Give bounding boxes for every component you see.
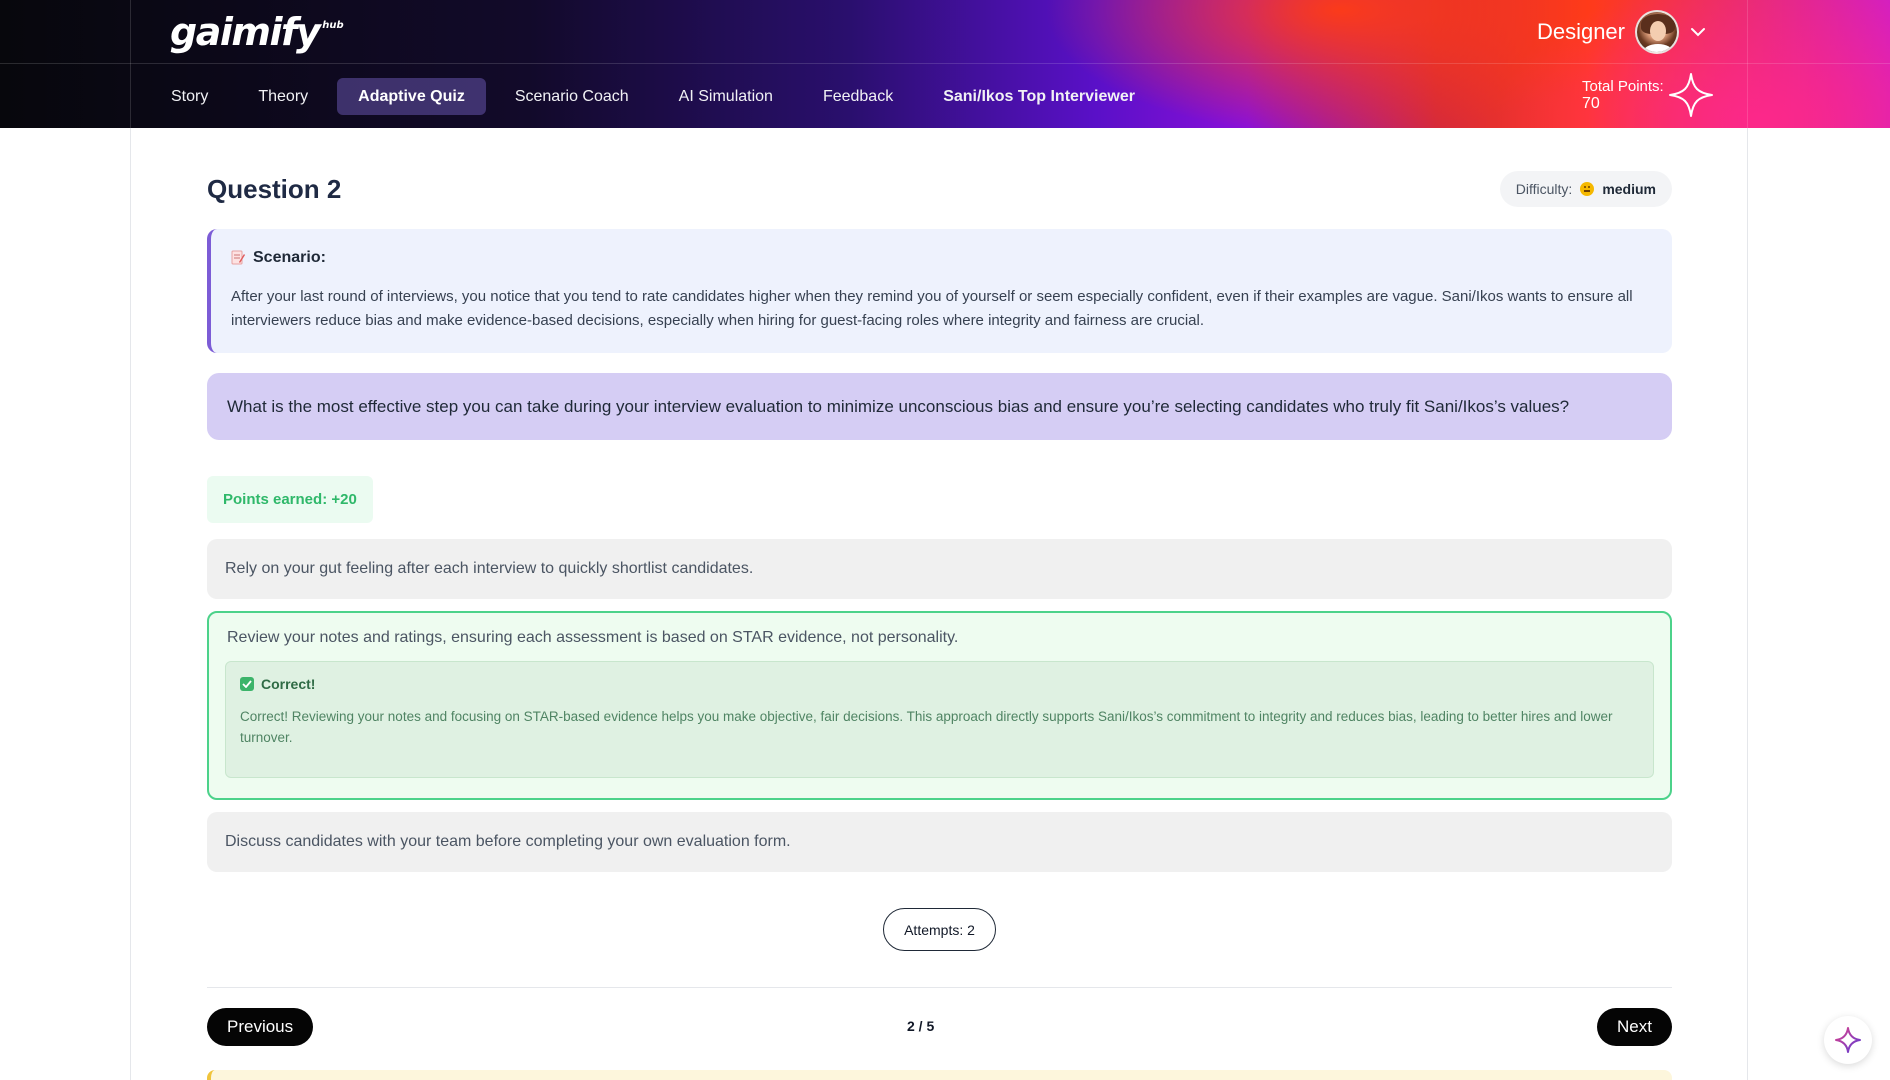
next-button[interactable]: Next	[1597, 1008, 1672, 1046]
scenario-card: Scenario: After your last round of inter…	[207, 229, 1672, 353]
page-indicator: 2 / 5	[907, 1018, 935, 1034]
chevron-down-icon[interactable]	[1689, 23, 1707, 41]
tab-top-interviewer[interactable]: Sani/Ikos Top Interviewer	[922, 78, 1156, 115]
question-prompt: What is the most effective step you can …	[207, 373, 1672, 440]
avatar[interactable]	[1635, 10, 1679, 54]
answer-feedback: Correct! Correct! Reviewing your notes a…	[225, 661, 1654, 778]
section-divider	[207, 987, 1672, 988]
feedback-header: Correct!	[240, 676, 1639, 692]
check-box-icon	[240, 677, 254, 691]
main-nav: Story Theory Adaptive Quiz Scenario Coac…	[150, 78, 1156, 115]
total-points-value: 70	[1582, 95, 1600, 112]
user-menu[interactable]: Designer	[1537, 10, 1707, 54]
logo-wordmark: gaimify	[170, 10, 321, 54]
answer-option-2-text: Review your notes and ratings, ensuring …	[227, 629, 959, 646]
attempts-counter: Attempts: 2	[883, 908, 996, 951]
previous-button[interactable]: Previous	[207, 1008, 314, 1046]
tab-scenario-coach[interactable]: Scenario Coach	[494, 78, 650, 115]
page-right-border	[1747, 128, 1748, 1080]
tab-feedback[interactable]: Feedback	[802, 78, 914, 115]
answer-option-2-correct[interactable]: Review your notes and ratings, ensuring …	[207, 611, 1672, 800]
answer-option-3[interactable]: Discuss candidates with your team before…	[207, 812, 1672, 872]
points-earned-badge: Points earned: +20	[207, 476, 373, 523]
scenario-header: Scenario:	[231, 249, 1648, 267]
difficulty-badge: Difficulty: medium	[1499, 171, 1672, 207]
neutral-face-icon	[1580, 182, 1595, 196]
tab-theory[interactable]: Theory	[237, 78, 329, 115]
sparkle-icon	[1669, 73, 1713, 117]
sparkle-icon	[1835, 1027, 1861, 1053]
tab-story[interactable]: Story	[150, 78, 229, 115]
page-left-border	[130, 128, 131, 1080]
scenario-text: After your last round of interviews, you…	[231, 288, 1633, 329]
memo-icon	[231, 250, 245, 266]
feedback-text: Correct! Reviewing your notes and focusi…	[240, 709, 1613, 745]
difficulty-value: medium	[1602, 181, 1656, 197]
difficulty-label: Difficulty:	[1515, 181, 1573, 197]
assistant-button[interactable]	[1824, 1016, 1872, 1064]
app-header: gaimify hub Designer Story Theory Adapti…	[0, 0, 1890, 128]
header-right-guide	[1747, 0, 1748, 128]
header-left-guide	[130, 0, 131, 128]
logo-subscript: hub	[322, 20, 344, 31]
brand-logo[interactable]: gaimify hub	[170, 10, 344, 54]
answer-option-1[interactable]: Rely on your gut feeling after each inte…	[207, 539, 1672, 599]
user-role-label: Designer	[1536, 19, 1625, 44]
next-section-card	[207, 1070, 1672, 1080]
total-points-label: Total Points:	[1582, 78, 1664, 95]
scenario-label: Scenario:	[253, 249, 326, 266]
feedback-title: Correct!	[261, 676, 316, 692]
tab-adaptive-quiz[interactable]: Adaptive Quiz	[337, 78, 486, 115]
question-title: Question 2	[207, 174, 342, 204]
total-points: Total Points: 70	[1582, 78, 1682, 112]
tab-ai-simulation[interactable]: AI Simulation	[658, 78, 794, 115]
header-divider	[0, 63, 1890, 64]
